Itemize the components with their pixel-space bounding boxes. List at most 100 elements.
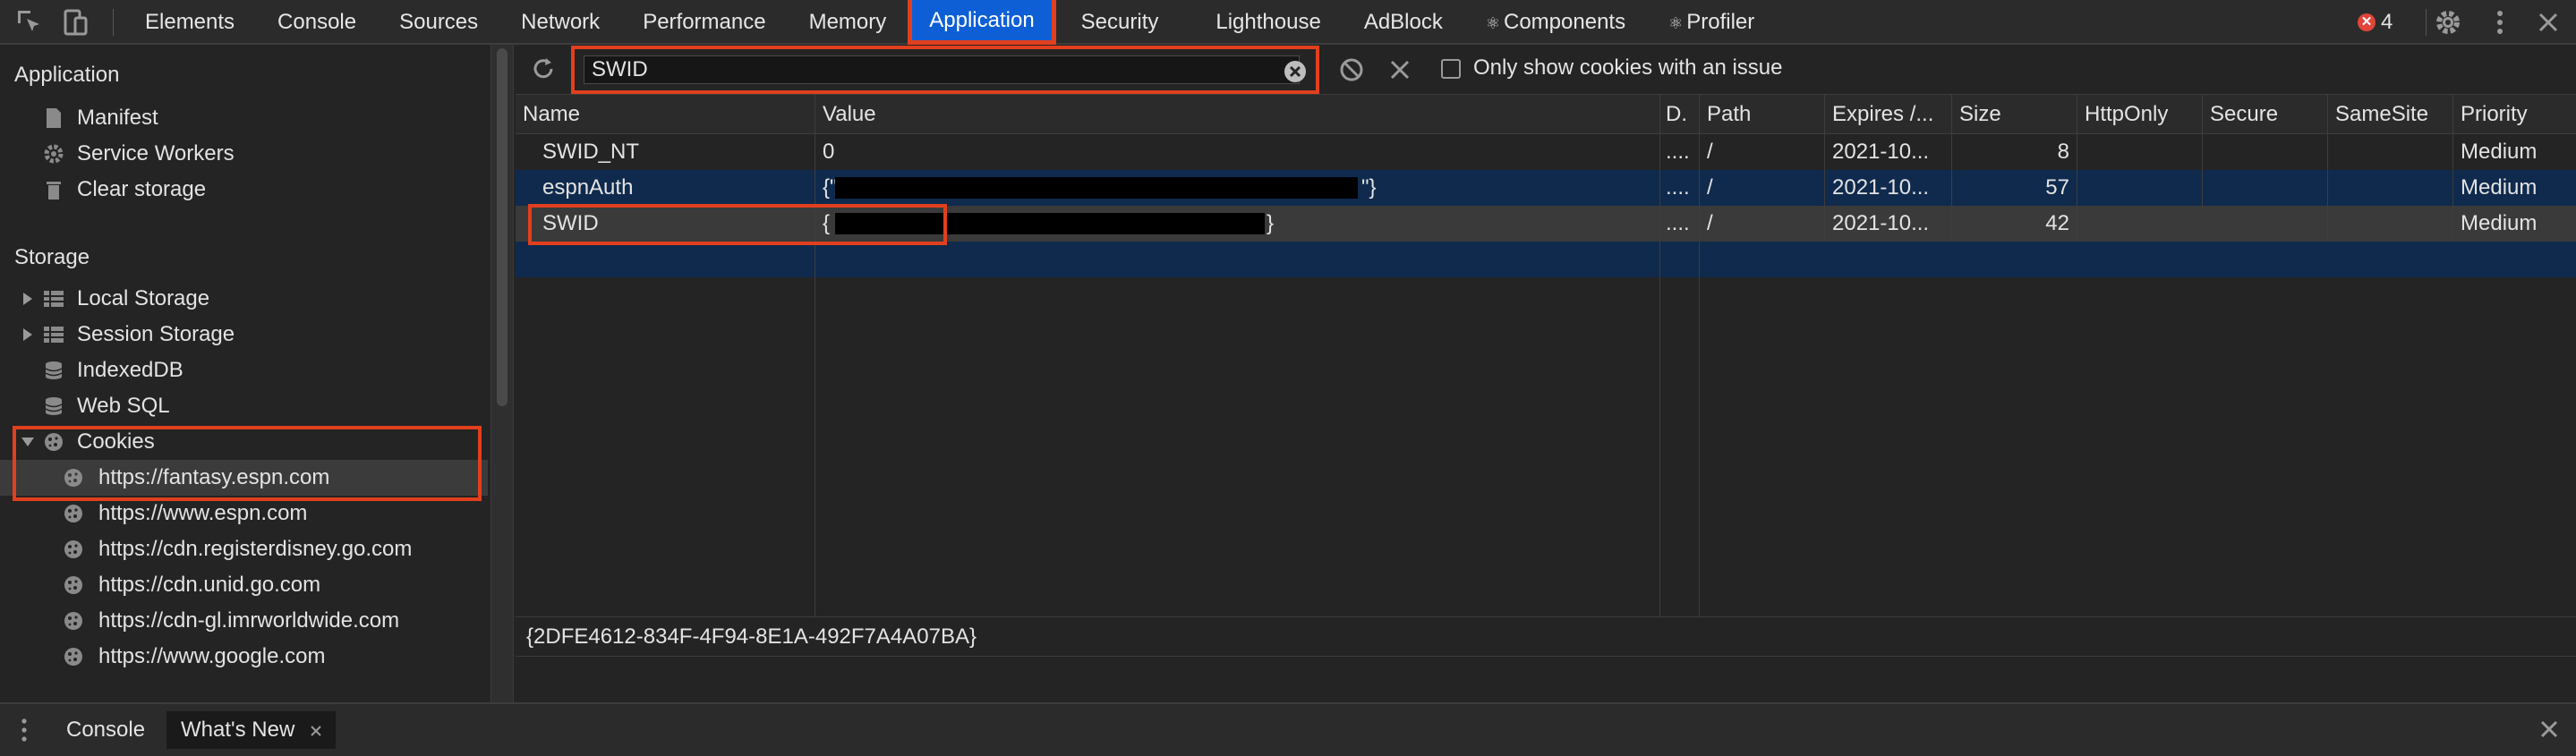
- tab-sources[interactable]: Sources: [378, 0, 499, 45]
- drawer-tab-whats-new[interactable]: What's New: [166, 711, 337, 749]
- refresh-icon[interactable]: [530, 55, 557, 82]
- tab-profiler[interactable]: ⚛ Profiler: [1647, 0, 1776, 45]
- react-icon: ⚛: [1668, 14, 1684, 32]
- tab-performance[interactable]: Performance: [621, 0, 787, 45]
- scrollbar-thumb[interactable]: [497, 48, 508, 406]
- collapse-arrow-icon[interactable]: [21, 437, 34, 446]
- cookie-icon: [64, 505, 82, 522]
- tab-security[interactable]: Security: [1056, 0, 1195, 45]
- grid-icon: [44, 327, 64, 343]
- cookie-domain-item[interactable]: https://cdn.registerdisney.go.com: [0, 531, 488, 567]
- tab-application[interactable]: Application: [908, 0, 1056, 45]
- column-header-priority[interactable]: Priority: [2453, 95, 2576, 134]
- cookie-icon: [64, 648, 82, 666]
- sidebar-item-label: Clear storage: [77, 177, 207, 201]
- cookie-table: SWID_NT 0 .... / 2021-10... 8 Medium esp…: [516, 95, 2576, 617]
- error-counter[interactable]: ✕ 4: [2358, 9, 2393, 36]
- cell-samesite: [2328, 170, 2453, 206]
- column-header-expires[interactable]: Expires /...: [1825, 95, 1952, 134]
- sidebar-header-storage: Storage: [14, 245, 90, 269]
- cell-httponly: [2077, 206, 2203, 242]
- tab-network[interactable]: Network: [499, 0, 621, 45]
- close-tab-icon[interactable]: [309, 724, 323, 738]
- device-toolbar-icon[interactable]: [61, 7, 91, 38]
- tab-lighthouse[interactable]: Lighthouse: [1194, 0, 1342, 45]
- close-icon[interactable]: [2533, 7, 2563, 38]
- cell-expires: 2021-10...: [1825, 206, 1952, 242]
- annotation-highlight-box: [571, 46, 1319, 94]
- delete-selected-icon[interactable]: [1387, 57, 1412, 82]
- column-header-name[interactable]: Name: [516, 95, 815, 134]
- cookie-domain-item[interactable]: https://www.espn.com: [0, 496, 488, 531]
- error-icon: ✕: [2358, 13, 2376, 31]
- column-header-httponly[interactable]: HttpOnly: [2077, 95, 2203, 134]
- sidebar-scrollbar[interactable]: [490, 45, 514, 702]
- sidebar-item-clear-storage[interactable]: Clear storage: [0, 172, 488, 208]
- cell-samesite: [2328, 206, 2453, 242]
- column-divider: [1660, 95, 1700, 617]
- error-count: 4: [2381, 10, 2393, 34]
- settings-icon[interactable]: [2433, 7, 2463, 38]
- column-header-samesite[interactable]: SameSite: [2328, 95, 2453, 134]
- cookie-icon: [64, 540, 82, 558]
- column-header-secure[interactable]: Secure: [2203, 95, 2328, 134]
- cell-samesite: [2328, 134, 2453, 170]
- expand-arrow-icon[interactable]: [23, 293, 32, 305]
- sidebar-item-label: Manifest: [77, 106, 158, 130]
- sidebar-item-indexeddb[interactable]: IndexedDB: [0, 353, 488, 388]
- cell-secure: [2203, 134, 2328, 170]
- sidebar-header-application: Application: [14, 63, 120, 87]
- tab-console[interactable]: Console: [256, 0, 378, 45]
- close-drawer-icon[interactable]: [2537, 717, 2562, 742]
- tab-elements[interactable]: Elements: [124, 0, 256, 45]
- cookie-domain-item[interactable]: https://cdn.unid.go.com: [0, 567, 488, 603]
- tab-adblock[interactable]: AdBlock: [1343, 0, 1464, 45]
- cookie-domain-label: https://cdn-gl.imrworldwide.com: [98, 608, 400, 633]
- cookie-filter-input[interactable]: [584, 55, 1300, 84]
- sidebar-item-manifest[interactable]: Manifest: [0, 100, 488, 136]
- cell-expires: 2021-10...: [1825, 134, 1952, 170]
- drawer-menu-icon[interactable]: [18, 717, 30, 743]
- cell-httponly: [2077, 134, 2203, 170]
- more-vert-icon[interactable]: [2485, 7, 2515, 38]
- only-issues-checkbox[interactable]: [1441, 59, 1461, 79]
- sidebar-item-cookies[interactable]: Cookies: [0, 424, 488, 460]
- expand-arrow-icon[interactable]: [23, 328, 32, 341]
- column-header-path[interactable]: Path: [1700, 95, 1825, 134]
- cell-size: 8: [1952, 134, 2077, 170]
- cookie-domain-item[interactable]: https://cdn-gl.imrworldwide.com: [0, 603, 488, 639]
- sidebar-item-label: Local Storage: [77, 286, 210, 310]
- cookie-toolbar: Only show cookies with an issue: [516, 45, 2576, 95]
- sidebar-item-service-workers[interactable]: Service Workers: [0, 136, 488, 172]
- drawer-tab-label: What's New: [181, 718, 295, 742]
- sidebar-item-web-sql[interactable]: Web SQL: [0, 388, 488, 424]
- column-header-domain[interactable]: D.: [1660, 95, 1700, 134]
- trash-icon: [47, 182, 61, 200]
- drawer-tab-console[interactable]: Console: [52, 711, 159, 749]
- clear-all-cookies-icon[interactable]: [1339, 57, 1364, 82]
- cookie-domain-item[interactable]: https://www.google.com: [0, 639, 488, 675]
- cell-size: 57: [1952, 170, 2077, 206]
- column-header-value[interactable]: Value: [815, 95, 1660, 134]
- sidebar-item-label: Session Storage: [77, 322, 235, 346]
- column-header-size[interactable]: Size: [1952, 95, 2077, 134]
- cookie-icon: [64, 576, 82, 594]
- tab-components[interactable]: ⚛ Components: [1464, 0, 1647, 45]
- cookie-domain-label: https://fantasy.espn.com: [98, 465, 330, 489]
- cookie-domain-label: https://www.espn.com: [98, 501, 308, 525]
- grid-icon: [44, 291, 64, 307]
- column-divider: [1700, 95, 1825, 617]
- sidebar-item-local-storage[interactable]: Local Storage: [0, 281, 488, 317]
- inspect-element-icon[interactable]: [14, 7, 45, 38]
- cookie-value-preview[interactable]: {2DFE4612-834F-4F94-8E1A-492F7A4A07BA}: [516, 617, 2576, 657]
- database-icon: [45, 397, 63, 415]
- tab-memory[interactable]: Memory: [788, 0, 908, 45]
- application-sidebar: Application Manifest Service Workers Cle…: [0, 45, 490, 702]
- cell-secure: [2203, 170, 2328, 206]
- cookie-domain-item[interactable]: https://fantasy.espn.com: [0, 460, 488, 496]
- cookie-icon: [64, 469, 82, 487]
- toolbar-divider: [113, 9, 114, 36]
- sidebar-item-session-storage[interactable]: Session Storage: [0, 317, 488, 353]
- clear-filter-icon[interactable]: [1284, 60, 1307, 83]
- cell-priority: Medium: [2461, 140, 2538, 164]
